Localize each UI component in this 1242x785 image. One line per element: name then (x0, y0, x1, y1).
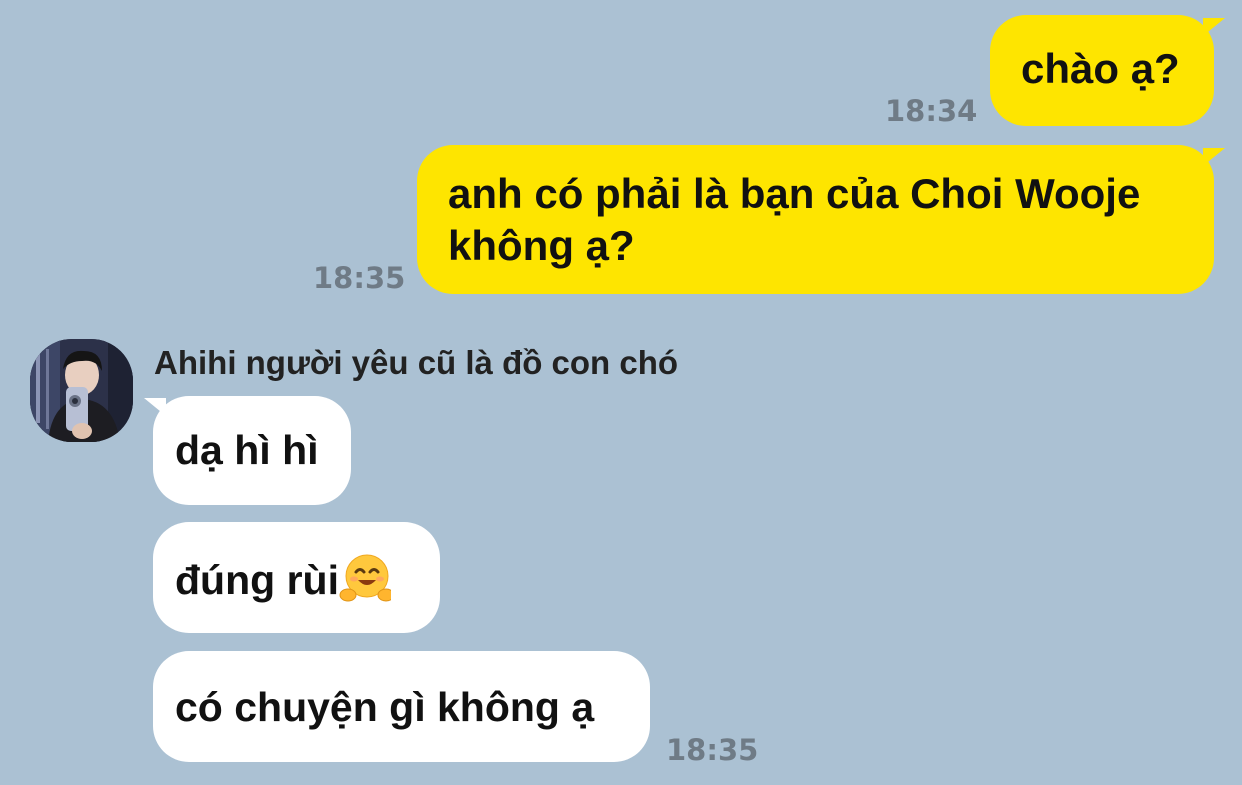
hugging-face-emoji-icon (339, 552, 395, 604)
incoming-message-bubble[interactable]: đúng rùi (153, 522, 440, 633)
bubble-tail (1203, 148, 1225, 166)
message-text: anh có phải là bạn của Choi Wooje không … (448, 170, 1141, 269)
message-text: có chuyện gì không ạ (175, 684, 595, 730)
profile-photo-icon (30, 339, 133, 442)
outgoing-message-bubble[interactable]: chào ạ? (990, 15, 1214, 126)
message-timestamp: 18:34 (885, 94, 978, 128)
outgoing-message-bubble[interactable]: anh có phải là bạn của Choi Wooje không … (417, 145, 1214, 294)
message-timestamp: 18:35 (666, 733, 759, 767)
message-timestamp: 18:35 (313, 261, 406, 295)
message-text: dạ hì hì (175, 427, 319, 473)
message-text: đúng rùi (175, 557, 339, 603)
incoming-message-bubble[interactable]: có chuyện gì không ạ (153, 651, 650, 762)
bubble-tail (1203, 18, 1225, 36)
incoming-message-bubble[interactable]: dạ hì hì (153, 396, 351, 505)
message-text: chào ạ? (1021, 45, 1180, 92)
sender-name: Ahihi người yêu cũ là đồ con chó (154, 344, 679, 381)
sender-avatar[interactable] (30, 339, 133, 442)
